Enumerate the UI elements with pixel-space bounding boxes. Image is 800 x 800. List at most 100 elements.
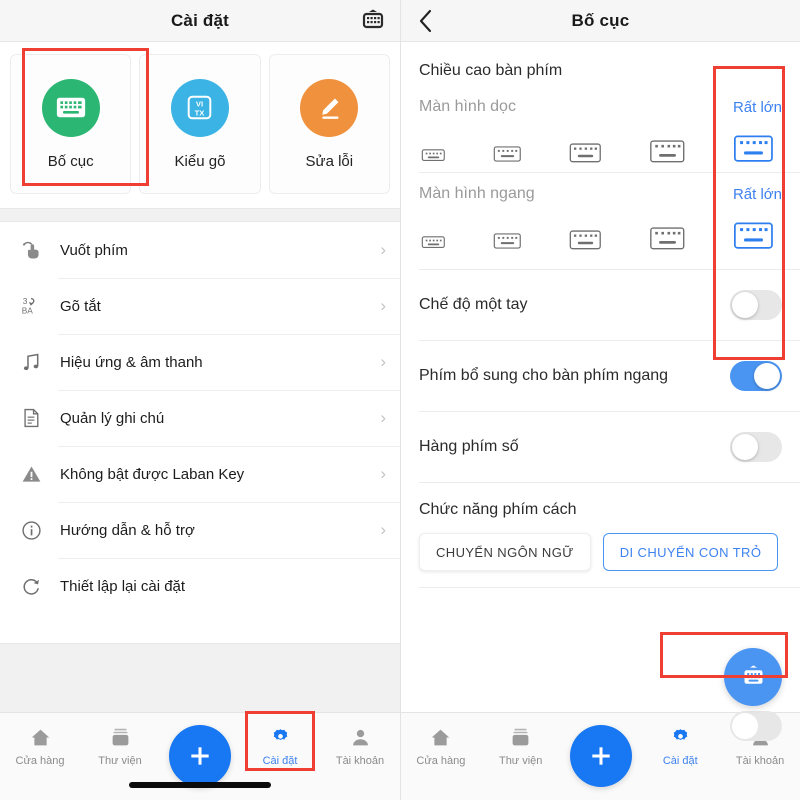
card-kieu-go[interactable]: VI TX Kiểu gõ: [139, 54, 261, 194]
toggle-knob: [732, 292, 758, 318]
music-note-icon: [16, 351, 46, 374]
section-title-keyboard-height: Chiều cao bàn phím: [419, 62, 563, 79]
list-item-label: Hiệu ứng & âm thanh: [60, 353, 203, 371]
list-item-label: Vuốt phím: [60, 241, 128, 259]
list-item-huong-dan-ho-tro[interactable]: Hướng dẫn & hỗ trợ ›: [0, 502, 400, 558]
toggle-partially-hidden[interactable]: [730, 711, 782, 741]
list-item-label: Hướng dẫn & hỗ trợ: [60, 521, 195, 539]
height-option-1[interactable]: [421, 147, 446, 164]
height-group-header: Màn hình dọc Rất lớn: [419, 86, 782, 128]
home-indicator: [129, 782, 271, 788]
toggle-knob: [732, 713, 758, 739]
toggle-knob: [732, 434, 758, 460]
switch-row-extra-keys[interactable]: Phím bổ sung cho bàn phím ngang: [401, 341, 800, 411]
tab-cua-hang[interactable]: Cửa hàng: [0, 725, 80, 767]
chevron-left-icon[interactable]: [415, 8, 437, 34]
card-label: Bố cục: [47, 152, 94, 170]
tab-label: Thư viện: [98, 755, 142, 767]
card-sua-loi[interactable]: Sửa lỗi: [268, 54, 390, 194]
feature-cards: Bố cục VI TX Kiểu gõ Sửa lỗi: [0, 42, 400, 208]
empty-area: [0, 643, 400, 712]
swipe-hand-icon: [16, 239, 46, 262]
chevron-right-icon: ›: [380, 240, 386, 259]
library-icon: [110, 725, 131, 749]
list-item-thiet-lap-lai[interactable]: Thiết lập lại cài đặt: [0, 558, 400, 614]
shortcut-3ba-icon: 3 BA: [16, 294, 46, 318]
list-item-label: Thiết lập lại cài đặt: [60, 577, 186, 595]
tab-cai-dat[interactable]: Cài đặt: [640, 725, 720, 767]
chevron-right-icon: ›: [380, 464, 386, 483]
tab-label: Cài đặt: [262, 755, 298, 767]
height-option-3[interactable]: [569, 228, 602, 251]
tab-cua-hang[interactable]: Cửa hàng: [401, 725, 481, 767]
height-group-value: Rất lớn: [732, 98, 782, 116]
height-options-portrait: [419, 128, 782, 172]
height-option-4[interactable]: [649, 138, 686, 164]
home-icon: [430, 725, 451, 749]
warning-triangle-icon: [16, 463, 46, 486]
list-item-quan-ly-ghi-chu[interactable]: Quản lý ghi chú ›: [0, 390, 400, 446]
tab-thu-vien[interactable]: Thư viện: [481, 725, 561, 767]
height-option-5-selected[interactable]: [733, 134, 774, 164]
list-item-khong-bat-duoc[interactable]: Không bật được Laban Key ›: [0, 446, 400, 502]
keyboard-popup-icon[interactable]: [360, 9, 386, 33]
list-item-label: Quản lý ghi chú: [60, 409, 165, 427]
chip-di-chuyen-con-tro[interactable]: DI CHUYỂN CON TRỎ: [602, 533, 779, 571]
page-title: Bố cục: [571, 10, 630, 30]
list-item-label: Gõ tắt: [60, 297, 101, 315]
tab-label: Tài khoản: [735, 755, 785, 767]
height-option-5-selected[interactable]: [733, 221, 774, 251]
height-group-landscape: Màn hình ngang Rất lớn: [401, 173, 800, 259]
keyboard-fab-button[interactable]: [724, 648, 782, 706]
toggle-one-hand[interactable]: [730, 290, 782, 320]
height-group-label: Màn hình dọc: [419, 98, 516, 115]
tab-tai-khoan[interactable]: Tài khoản: [320, 725, 400, 767]
switch-label: Hàng phím số: [419, 438, 519, 455]
list-item-hieu-ung-am-thanh[interactable]: Hiệu ứng & âm thanh ›: [0, 334, 400, 390]
pencil-icon: [300, 78, 359, 137]
right-nav-header: Bố cục: [401, 0, 800, 42]
tab-cai-dat[interactable]: Cài đặt: [240, 725, 320, 767]
chevron-right-icon: ›: [380, 520, 386, 539]
switch-row-number-row[interactable]: Hàng phím số: [401, 412, 800, 482]
info-circle-icon: [16, 519, 46, 542]
add-button[interactable]: [169, 725, 231, 787]
card-bo-cuc[interactable]: Bố cục: [10, 54, 132, 194]
height-group-portrait: Màn hình dọc Rất lớn: [401, 86, 800, 172]
height-options-landscape: [419, 215, 782, 259]
settings-panel: Cài đặt Bố cục VI TX Kiểu gõ Sửa lỗi Vuố…: [0, 0, 400, 800]
plus-icon: [191, 747, 209, 765]
toggle-extra-keys[interactable]: [730, 361, 782, 391]
chevron-right-icon: ›: [380, 352, 386, 371]
person-icon: [350, 725, 371, 749]
divider: [419, 587, 800, 588]
section-divider: [0, 208, 400, 222]
gear-icon: [670, 725, 691, 749]
tab-thu-vien[interactable]: Thư viện: [80, 725, 160, 767]
screenshot-root: Cài đặt Bố cục VI TX Kiểu gõ Sửa lỗi Vuố…: [0, 0, 800, 800]
tab-label: Cài đặt: [662, 755, 698, 767]
list-item-vuot-phim[interactable]: Vuốt phím ›: [0, 222, 400, 278]
height-option-1[interactable]: [421, 234, 446, 251]
tab-label: Cửa hàng: [15, 755, 65, 767]
add-button[interactable]: [569, 725, 632, 787]
height-option-4[interactable]: [649, 225, 686, 251]
settings-list: Vuốt phím › 3 BA Gõ tắt › Hiệu ứng & âm …: [0, 222, 400, 614]
note-document-icon: [16, 407, 46, 429]
height-option-2[interactable]: [493, 231, 522, 251]
left-nav-header: Cài đặt: [0, 0, 400, 42]
svg-text:VI: VI: [196, 100, 203, 109]
toggle-number-row[interactable]: [730, 432, 782, 462]
chip-chuyen-ngon-ngu[interactable]: CHUYỂN NGÔN NGỮ: [419, 533, 591, 571]
switch-row-one-hand[interactable]: Chế độ một tay: [401, 270, 800, 340]
list-item-go-tat[interactable]: 3 BA Gõ tắt ›: [0, 278, 400, 334]
height-option-2[interactable]: [493, 144, 522, 164]
height-option-3[interactable]: [569, 141, 602, 164]
toggle-knob: [754, 363, 780, 389]
section-title-spacebar: Chức năng phím cách: [419, 501, 577, 518]
svg-text:BA: BA: [22, 305, 34, 315]
page-title: Cài đặt: [170, 10, 230, 30]
layout-panel: Bố cục Chiều cao bàn phím Màn hình dọc R…: [400, 0, 800, 800]
card-label: Sửa lỗi: [305, 152, 354, 170]
card-label: Kiểu gõ: [174, 152, 226, 170]
